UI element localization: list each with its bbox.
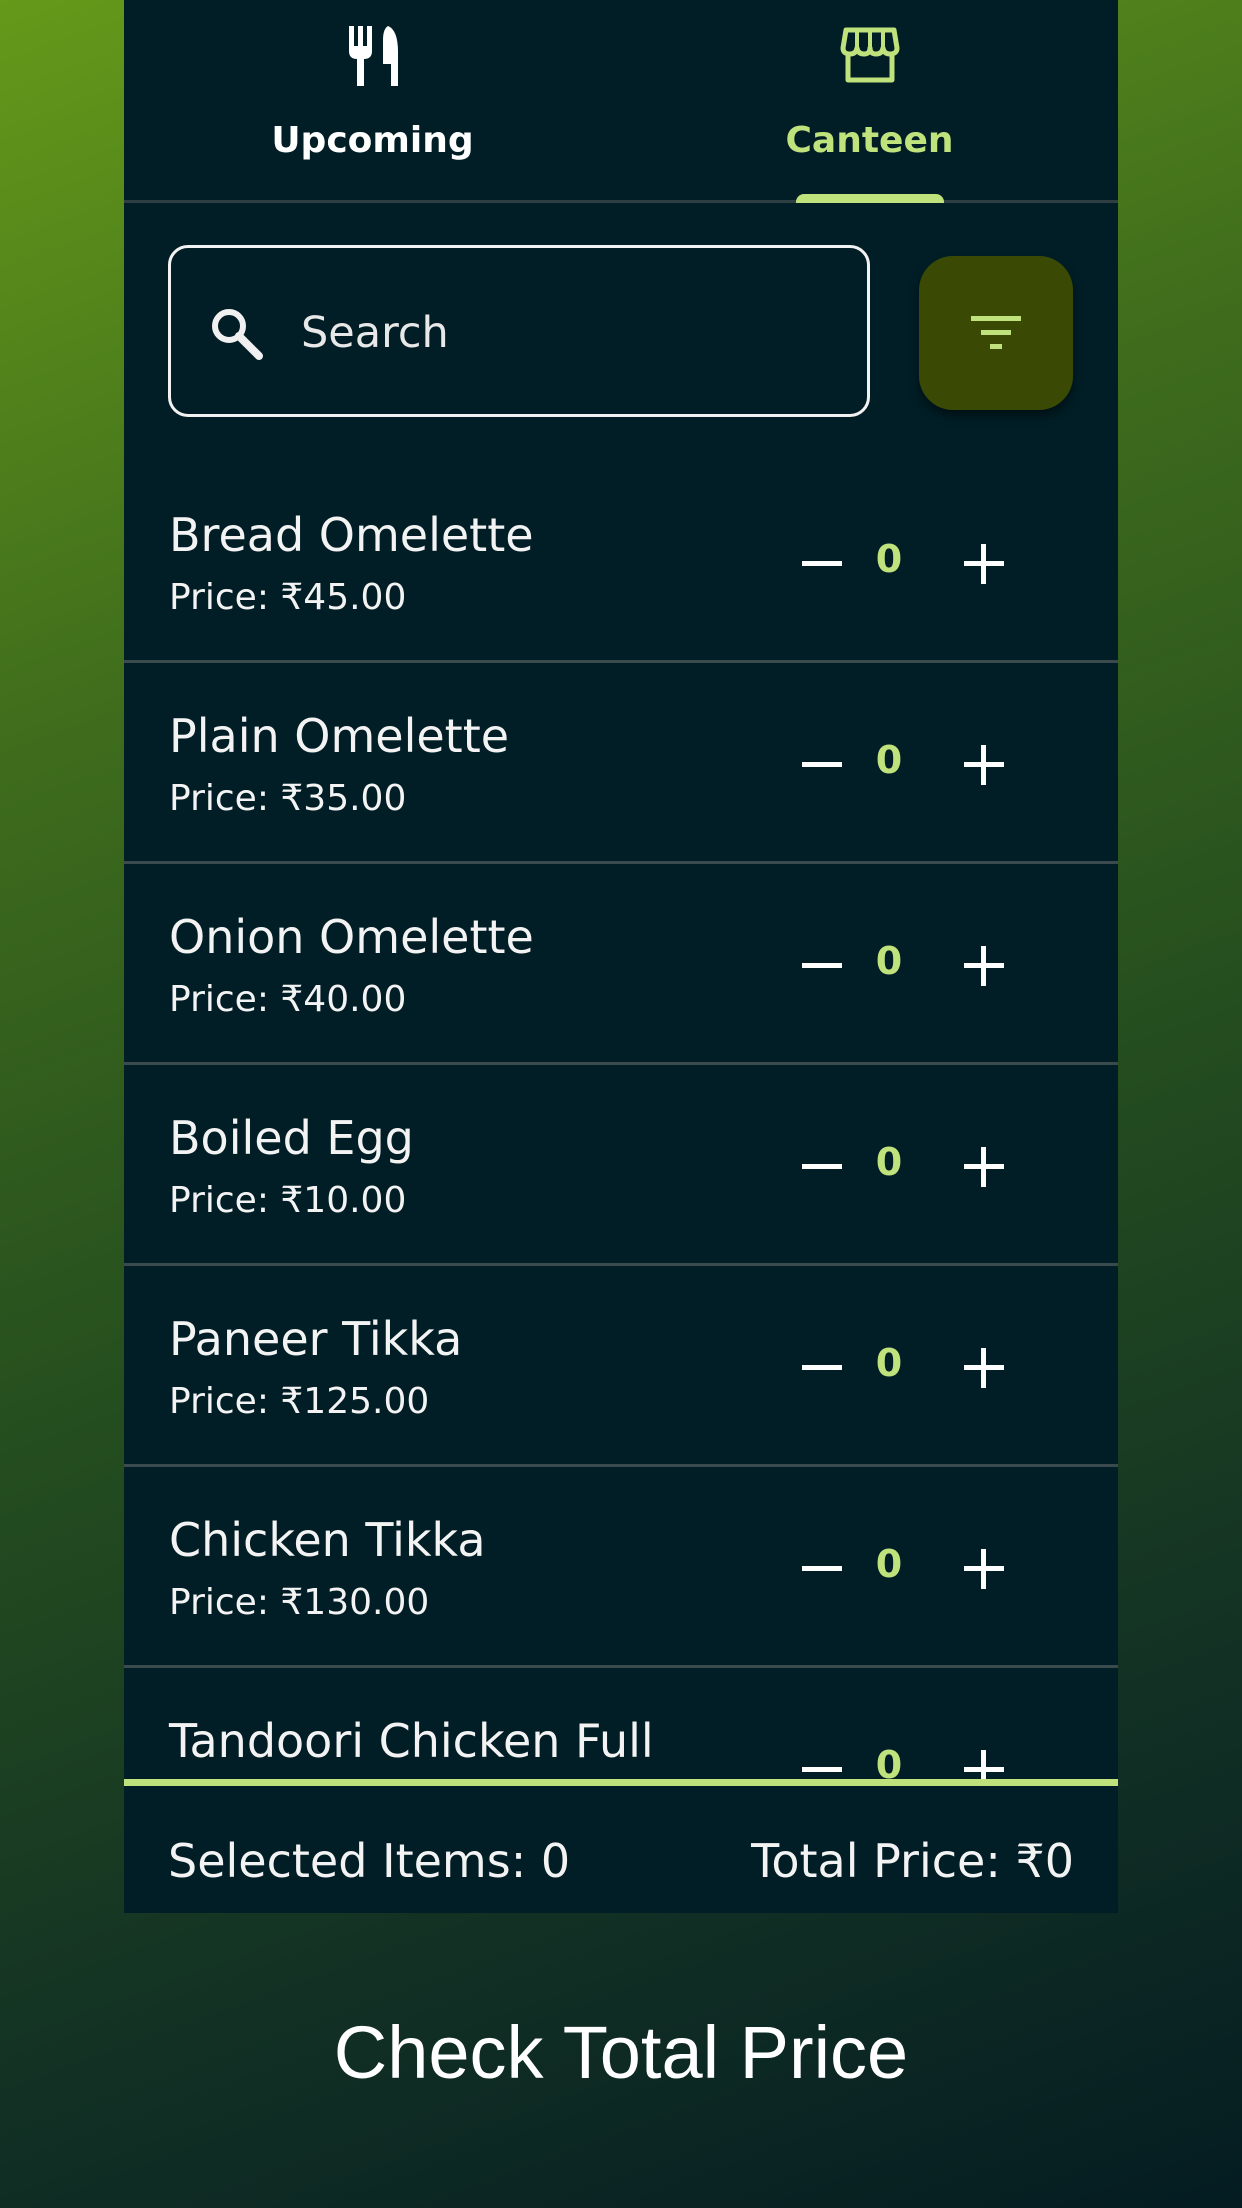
minus-icon[interactable] <box>800 743 844 787</box>
item-name: Paneer Tikka <box>169 1312 463 1366</box>
tab-upcoming[interactable]: Upcoming <box>124 0 621 200</box>
item-name: Chicken Tikka <box>169 1513 486 1567</box>
plus-icon[interactable] <box>962 1145 1006 1189</box>
tab-canteen-label: Canteen <box>785 120 954 161</box>
order-summary-bar: Selected Items: 0 Total Price: ₹0 <box>124 1779 1118 1913</box>
quantity-value: 0 <box>875 738 903 782</box>
filter-icon <box>971 316 1021 349</box>
list-item: Plain Omelette Price: ₹35.00 0 <box>124 663 1118 864</box>
minus-icon[interactable] <box>800 944 844 988</box>
list-item: Onion Omelette Price: ₹40.00 0 <box>124 864 1118 1065</box>
list-item: Chicken Tikka Price: ₹130.00 0 <box>124 1467 1118 1668</box>
plus-icon[interactable] <box>962 1346 1006 1390</box>
item-price: Price: ₹130.00 <box>169 1582 430 1623</box>
quantity-value: 0 <box>875 1743 903 1779</box>
item-price: Price: ₹45.00 <box>169 577 407 618</box>
promo-caption: Check Total Price <box>333 2011 909 2094</box>
search-input[interactable] <box>301 298 821 368</box>
item-price: Price: ₹35.00 <box>169 778 407 819</box>
storefront-icon <box>840 27 899 83</box>
quantity-value: 0 <box>875 939 903 983</box>
quantity-value: 0 <box>875 537 903 581</box>
list-item: Tandoori Chicken Full 0 <box>124 1668 1118 1779</box>
tab-upcoming-label: Upcoming <box>271 120 474 161</box>
search-box[interactable] <box>168 245 870 417</box>
plus-icon[interactable] <box>962 743 1006 787</box>
item-name: Onion Omelette <box>169 910 534 964</box>
item-name: Plain Omelette <box>169 709 510 763</box>
fork-knife-icon <box>348 26 398 86</box>
search-icon <box>212 309 263 360</box>
app-screen: Upcoming Canteen Brea <box>124 0 1118 1913</box>
item-name: Tandoori Chicken Full <box>169 1714 654 1768</box>
item-price: Price: ₹10.00 <box>169 1180 407 1221</box>
active-tab-indicator <box>796 194 944 203</box>
minus-icon[interactable] <box>800 1346 844 1390</box>
item-name: Bread Omelette <box>169 508 534 562</box>
filter-button[interactable] <box>919 256 1073 410</box>
plus-icon[interactable] <box>962 1547 1006 1591</box>
plus-icon[interactable] <box>962 1748 1006 1779</box>
minus-icon[interactable] <box>800 1547 844 1591</box>
plus-icon[interactable] <box>962 944 1006 988</box>
list-item: Paneer Tikka Price: ₹125.00 0 <box>124 1266 1118 1467</box>
quantity-value: 0 <box>875 1341 903 1385</box>
total-price: Total Price: ₹0 <box>751 1834 1074 1888</box>
item-name: Boiled Egg <box>169 1111 414 1165</box>
quantity-value: 0 <box>875 1542 903 1586</box>
selected-items-count: Selected Items: 0 <box>168 1834 571 1888</box>
tab-bar: Upcoming Canteen <box>124 0 1118 203</box>
plus-icon[interactable] <box>962 542 1006 586</box>
minus-icon[interactable] <box>800 542 844 586</box>
menu-list: Bread Omelette Price: ₹45.00 0 Plain Ome… <box>124 462 1118 1779</box>
item-price: Price: ₹40.00 <box>169 979 407 1020</box>
minus-icon[interactable] <box>800 1748 844 1779</box>
list-item: Boiled Egg Price: ₹10.00 0 <box>124 1065 1118 1266</box>
quantity-value: 0 <box>875 1140 903 1184</box>
minus-icon[interactable] <box>800 1145 844 1189</box>
tab-canteen[interactable]: Canteen <box>621 0 1118 203</box>
item-price: Price: ₹125.00 <box>169 1381 430 1422</box>
list-item: Bread Omelette Price: ₹45.00 0 <box>124 462 1118 663</box>
